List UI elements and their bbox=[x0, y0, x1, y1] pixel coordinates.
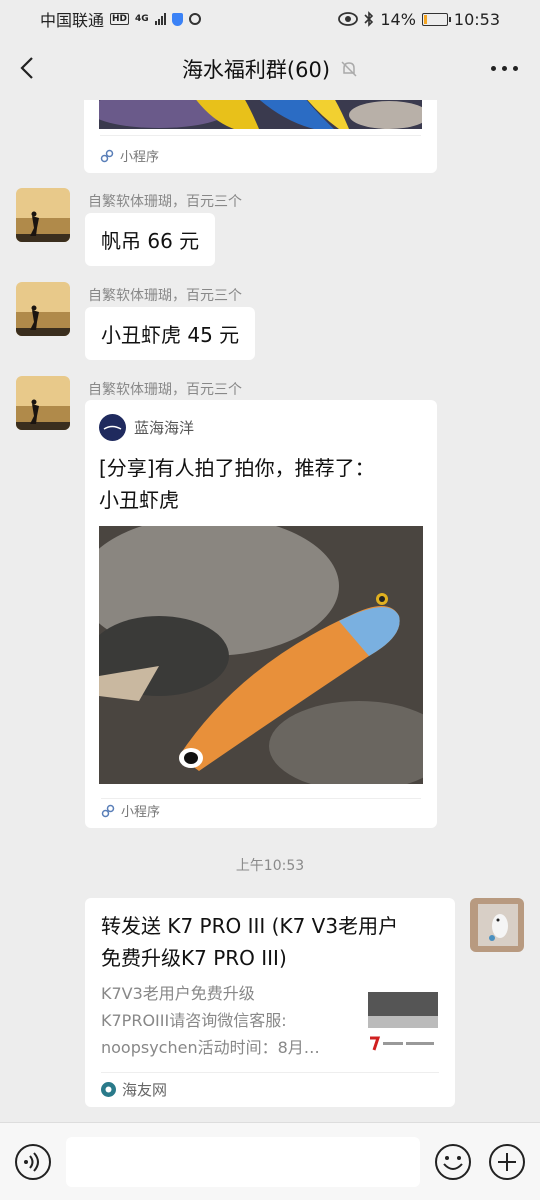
more-options-icon[interactable] bbox=[491, 66, 518, 71]
mini-program-card[interactable]: 蓝海海洋 [分享]有人拍了拍你，推荐了： 小丑虾虎 小程序 bbox=[85, 400, 437, 828]
back-arrow-icon[interactable] bbox=[18, 56, 38, 80]
chat-area[interactable]: 小程序 自繁软体珊瑚，百元三个 帆吊 66 元 自繁软体珊瑚，百元三个 小丑虾虎… bbox=[0, 100, 540, 1122]
message-bubble[interactable]: 帆吊 66 元 bbox=[85, 213, 216, 266]
share-title: [分享]有人拍了拍你，推荐了： 小丑虾虎 bbox=[99, 456, 375, 512]
voice-icon[interactable] bbox=[14, 1143, 52, 1181]
fish-photo bbox=[99, 526, 423, 784]
link-title: 转发送 K7 PRO III (K7 V3老用户 免费升级K7 PRO III) bbox=[101, 914, 399, 970]
timestamp: 上午10:53 bbox=[235, 858, 305, 874]
bluetooth-icon bbox=[364, 11, 374, 27]
clock: 10:53 bbox=[453, 9, 500, 29]
carrier-label: 中国联通 bbox=[40, 11, 105, 30]
signal-icon bbox=[154, 13, 166, 25]
hd-icon: HD bbox=[110, 13, 130, 25]
link-card[interactable]: 转发送 K7 PRO III (K7 V3老用户 免费升级K7 PRO III)… bbox=[85, 898, 455, 1107]
link-thumbnail bbox=[368, 990, 438, 1060]
mini-program-label: 小程序 bbox=[121, 805, 161, 820]
source-logo-icon bbox=[99, 414, 126, 441]
input-bar bbox=[0, 1122, 540, 1200]
avatar[interactable] bbox=[16, 376, 70, 430]
mini-program-icon bbox=[101, 804, 115, 817]
message-input[interactable] bbox=[66, 1137, 420, 1187]
sender-name: 自繁软体珊瑚，百元三个 bbox=[88, 382, 242, 398]
source-name: 蓝海海洋 bbox=[134, 419, 195, 437]
plus-icon[interactable] bbox=[488, 1143, 526, 1181]
site-logo-icon bbox=[101, 1082, 116, 1097]
mini-program-label: 小程序 bbox=[120, 150, 160, 165]
eye-icon bbox=[338, 12, 359, 26]
status-bar: 中国联通 HD 4G 14% 10:53 bbox=[0, 0, 540, 38]
avatar[interactable] bbox=[470, 898, 524, 952]
source-row: 蓝海海洋 bbox=[99, 414, 194, 441]
avatar[interactable] bbox=[16, 282, 70, 336]
sync-icon bbox=[188, 13, 201, 25]
fish-photo bbox=[99, 100, 422, 129]
group-name: 海水福利群(60) bbox=[181, 58, 331, 82]
mute-bell-icon bbox=[341, 61, 357, 77]
title-bar: 海水福利群(60) bbox=[0, 38, 540, 100]
battery-percent: 14% bbox=[380, 9, 416, 29]
network-label: 4G bbox=[135, 14, 149, 24]
mini-program-card[interactable]: 小程序 bbox=[84, 100, 437, 173]
message-bubble[interactable]: 小丑虾虎 45 元 bbox=[85, 307, 256, 360]
emoji-icon[interactable] bbox=[434, 1143, 472, 1181]
link-source: 海友网 bbox=[101, 1079, 167, 1100]
shield-icon bbox=[171, 12, 183, 26]
chat-title: 海水福利群(60) bbox=[182, 54, 358, 84]
battery-icon bbox=[421, 12, 451, 26]
link-description: K7V3老用户免费升级 K7PROIII请咨询微信客服: noopsychen活… bbox=[101, 984, 320, 1057]
sender-name: 自繁软体珊瑚，百元三个 bbox=[88, 194, 242, 210]
avatar[interactable] bbox=[16, 188, 70, 242]
mini-program-icon bbox=[100, 149, 114, 162]
sender-name: 自繁软体珊瑚，百元三个 bbox=[88, 288, 242, 304]
